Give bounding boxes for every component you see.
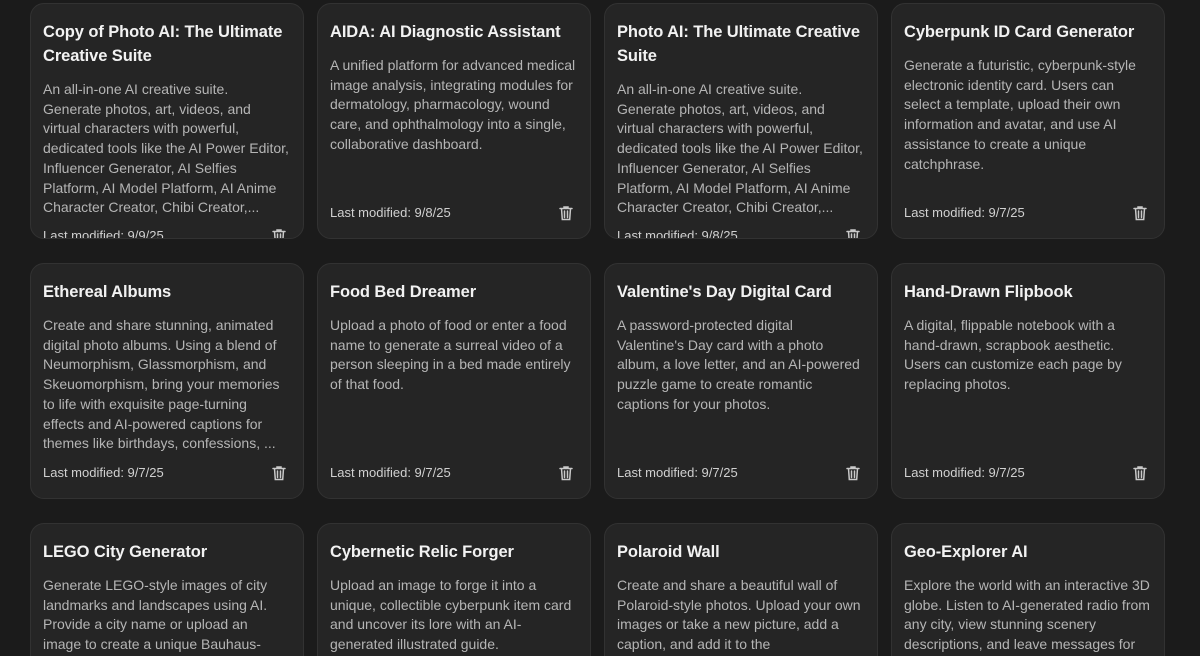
card-description: Generate a futuristic, cyberpunk-style e… xyxy=(904,57,1136,172)
trash-icon[interactable] xyxy=(1130,203,1150,223)
project-card[interactable]: Geo-Explorer AI Explore the world with a… xyxy=(891,523,1165,656)
card-description: Upload an image to forge it into a uniqu… xyxy=(330,577,572,653)
last-modified-label: Last modified: 9/7/25 xyxy=(904,465,1025,480)
card-footer: Last modified: 9/7/25 xyxy=(330,463,576,483)
card-title: Geo-Explorer AI xyxy=(904,543,1028,561)
card-title: LEGO City Generator xyxy=(43,543,208,561)
card-title: Hand-Drawn Flipbook xyxy=(904,283,1073,301)
project-card[interactable]: Cybernetic Relic Forger Upload an image … xyxy=(317,523,591,656)
card-title: Valentine's Day Digital Card xyxy=(617,283,832,301)
trash-icon[interactable] xyxy=(843,463,863,483)
card-title: AIDA: AI Diagnostic Assistant xyxy=(330,23,561,41)
trash-icon[interactable] xyxy=(556,463,576,483)
card-title: Polaroid Wall xyxy=(617,543,720,561)
card-footer: Last modified: 9/8/25 xyxy=(617,226,863,239)
trash-icon[interactable] xyxy=(1130,463,1150,483)
last-modified-label: Last modified: 9/8/25 xyxy=(617,228,738,239)
card-description: Create and share stunning, animated digi… xyxy=(43,317,280,452)
project-card[interactable]: Food Bed Dreamer Upload a photo of food … xyxy=(317,263,591,499)
card-title: Copy of Photo AI: The Ultimate Creative … xyxy=(43,23,283,65)
trash-icon[interactable] xyxy=(269,226,289,238)
project-card[interactable]: Hand-Drawn Flipbook A digital, flippable… xyxy=(891,263,1165,499)
project-card[interactable]: Cyberpunk ID Card Generator Generate a f… xyxy=(891,3,1165,239)
card-title: Food Bed Dreamer xyxy=(330,283,477,301)
trash-icon[interactable] xyxy=(269,463,289,483)
last-modified-label: Last modified: 9/7/25 xyxy=(330,465,451,480)
project-card[interactable]: Photo AI: The Ultimate Creative Suite An… xyxy=(604,3,878,239)
card-title: Photo AI: The Ultimate Creative Suite xyxy=(617,23,860,65)
card-footer: Last modified: 9/8/25 xyxy=(330,203,576,223)
card-footer: Last modified: 9/7/25 xyxy=(617,463,863,483)
trash-icon[interactable] xyxy=(843,226,863,238)
last-modified-label: Last modified: 9/7/25 xyxy=(617,465,738,480)
card-description: Generate LEGO-style images of city landm… xyxy=(43,577,268,653)
last-modified-label: Last modified: 9/7/25 xyxy=(904,205,1025,220)
card-description: Explore the world with an interactive 3D… xyxy=(904,577,1150,653)
project-card[interactable]: LEGO City Generator Generate LEGO-style … xyxy=(30,523,304,656)
last-modified-label: Last modified: 9/9/25 xyxy=(43,228,164,239)
project-card[interactable]: Ethereal Albums Create and share stunnin… xyxy=(30,263,304,499)
card-title: Cyberpunk ID Card Generator xyxy=(904,23,1135,41)
card-description: A password-protected digital Valentine's… xyxy=(617,317,860,412)
card-title: Cybernetic Relic Forger xyxy=(330,543,514,561)
last-modified-label: Last modified: 9/7/25 xyxy=(43,465,164,480)
card-description: Upload a photo of food or enter a food n… xyxy=(330,317,571,393)
last-modified-label: Last modified: 9/8/25 xyxy=(330,205,451,220)
card-footer: Last modified: 9/7/25 xyxy=(904,463,1150,483)
project-card[interactable]: AIDA: AI Diagnostic Assistant A unified … xyxy=(317,3,591,239)
card-description: A unified platform for advanced medical … xyxy=(330,57,576,152)
project-grid: Copy of Photo AI: The Ultimate Creative … xyxy=(0,0,1200,656)
project-card[interactable]: Valentine's Day Digital Card A password-… xyxy=(604,263,878,499)
trash-icon[interactable] xyxy=(556,203,576,223)
card-description: Create and share a beautiful wall of Pol… xyxy=(617,577,861,653)
project-card[interactable]: Copy of Photo AI: The Ultimate Creative … xyxy=(30,3,304,239)
project-card[interactable]: Polaroid Wall Create and share a beautif… xyxy=(604,523,878,656)
card-footer: Last modified: 9/9/25 xyxy=(43,226,289,239)
card-description: A digital, flippable notebook with a han… xyxy=(904,317,1122,393)
card-title: Ethereal Albums xyxy=(43,283,172,301)
card-footer: Last modified: 9/7/25 xyxy=(43,463,289,483)
card-description: An all-in-one AI creative suite. Generat… xyxy=(617,81,863,216)
card-footer: Last modified: 9/7/25 xyxy=(904,203,1150,223)
card-description: An all-in-one AI creative suite. Generat… xyxy=(43,81,289,216)
